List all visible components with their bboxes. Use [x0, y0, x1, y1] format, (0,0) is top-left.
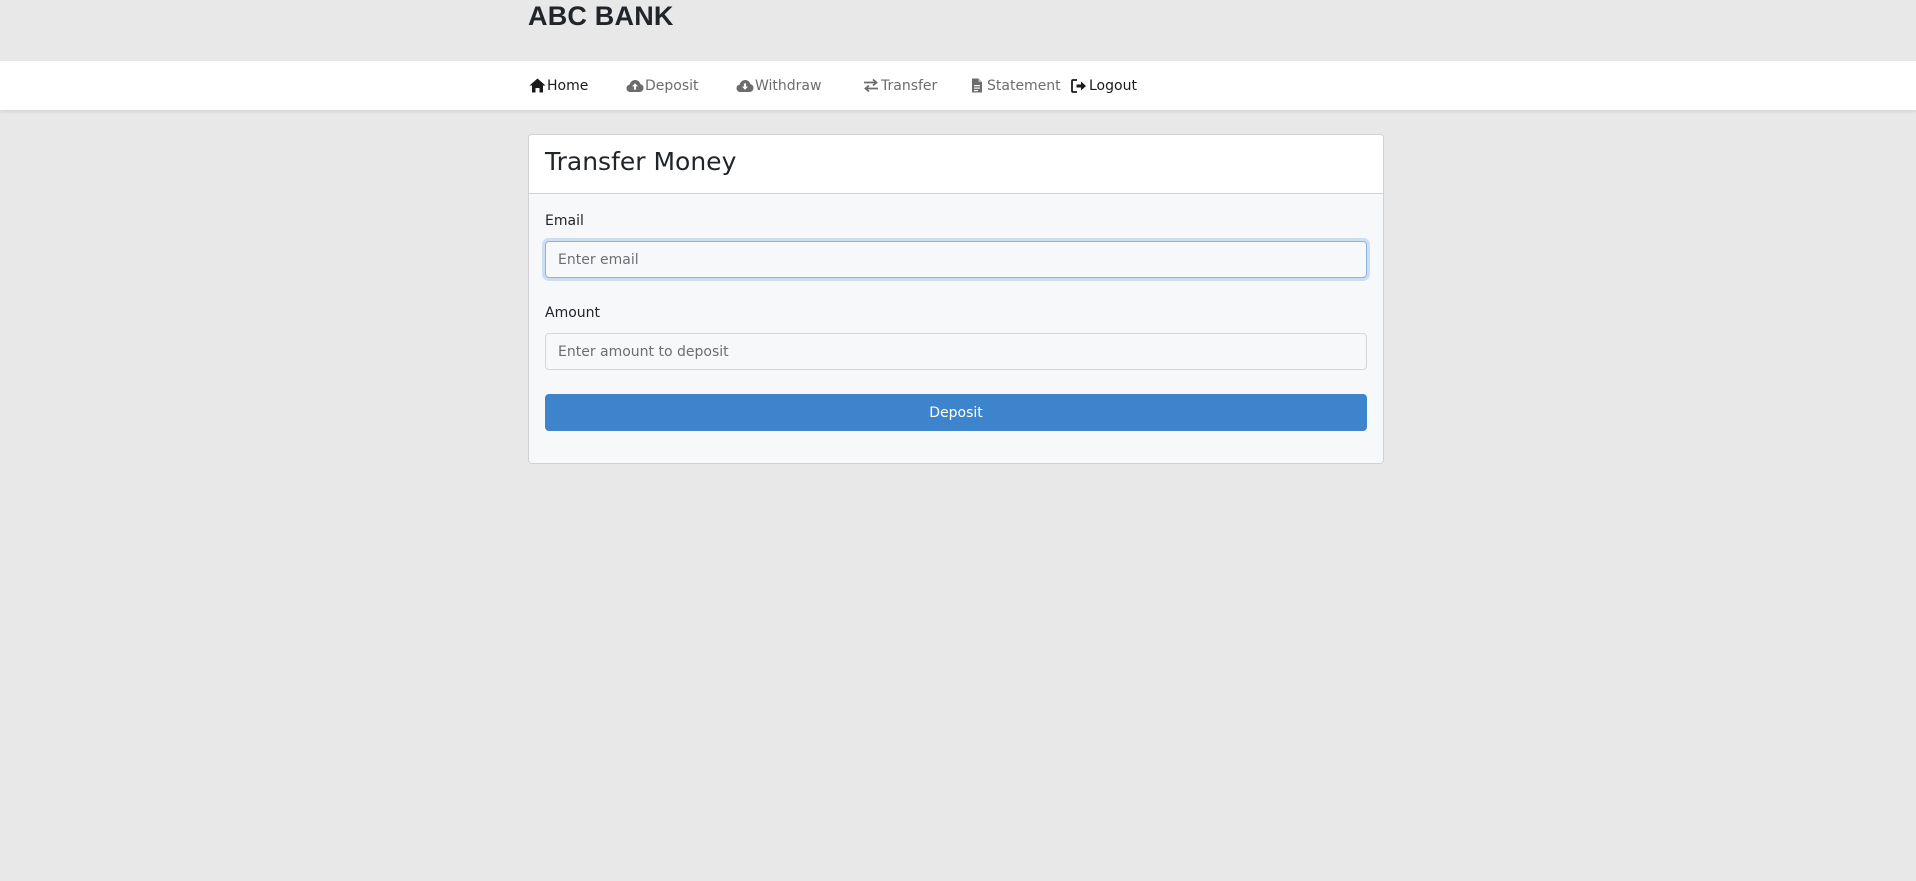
nav-item-label: Withdraw: [755, 77, 822, 94]
card-header: Transfer Money: [529, 135, 1383, 194]
document-icon: [968, 78, 986, 94]
transfer-card: Transfer Money Email Amount Deposit: [528, 134, 1384, 464]
brand-title: ABC BANK: [528, 1, 674, 31]
nav-item-withdraw[interactable]: Withdraw: [736, 61, 821, 110]
amount-label: Amount: [545, 305, 601, 321]
email-label: Email: [545, 213, 584, 229]
nav-item-statement[interactable]: Statement: [968, 61, 1061, 110]
nav-item-label: Statement: [987, 77, 1061, 94]
nav-item-transfer[interactable]: Transfer: [862, 61, 937, 110]
home-icon: [528, 78, 546, 94]
cloud-download-icon: [736, 78, 754, 94]
nav-item-label: Logout: [1089, 77, 1137, 94]
nav-item-label: Home: [547, 77, 589, 94]
amount-input[interactable]: [545, 333, 1367, 370]
transfer-arrows-icon: [862, 78, 880, 94]
page-title: Transfer Money: [545, 147, 737, 176]
nav-item-label: Deposit: [645, 77, 699, 94]
cloud-upload-icon: [626, 78, 644, 94]
nav-item-logout[interactable]: Logout: [1070, 61, 1137, 110]
logout-icon: [1070, 78, 1088, 94]
header: ABC BANK: [0, 0, 1916, 61]
nav-item-home[interactable]: Home: [528, 61, 588, 110]
deposit-button[interactable]: Deposit: [545, 394, 1367, 431]
navbar: Home Deposit Withdraw Transfer Statement…: [0, 61, 1916, 110]
nav-item-label: Transfer: [881, 77, 938, 94]
email-input[interactable]: [545, 241, 1367, 278]
nav-item-deposit[interactable]: Deposit: [626, 61, 699, 110]
